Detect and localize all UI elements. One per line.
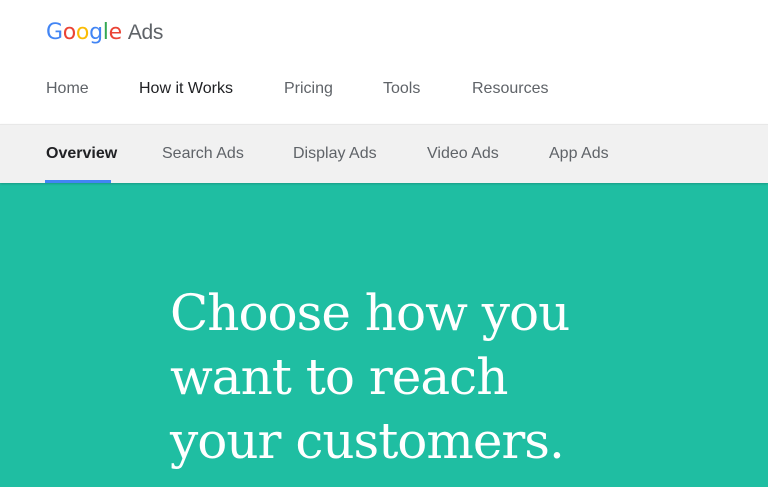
hero-headline: Choose how you want to reach your custom… bbox=[170, 281, 570, 473]
top-header: Google Ads Home How it Works Pricing Too… bbox=[0, 0, 768, 124]
secondary-nav: Overview Search Ads Display Ads Video Ad… bbox=[0, 124, 768, 183]
tab-overview[interactable]: Overview bbox=[46, 145, 117, 163]
nav-item-home[interactable]: Home bbox=[46, 80, 89, 98]
google-ads-logo[interactable]: Google Ads bbox=[46, 20, 163, 50]
logo-letter-g: G bbox=[46, 20, 63, 45]
nav-item-tools[interactable]: Tools bbox=[383, 80, 420, 98]
hero-headline-line: your customers. bbox=[170, 412, 565, 470]
nav-item-how-it-works[interactable]: How it Works bbox=[139, 80, 233, 98]
tab-search-ads[interactable]: Search Ads bbox=[162, 145, 244, 163]
active-tab-indicator bbox=[45, 180, 111, 183]
tab-app-ads[interactable]: App Ads bbox=[549, 145, 609, 163]
tab-video-ads[interactable]: Video Ads bbox=[427, 145, 499, 163]
nav-item-pricing[interactable]: Pricing bbox=[284, 80, 333, 98]
logo-letter-o2: o bbox=[75, 20, 90, 45]
nav-item-resources[interactable]: Resources bbox=[472, 80, 548, 98]
logo-letter-o1: o bbox=[62, 20, 76, 45]
primary-nav: Home How it Works Pricing Tools Resource… bbox=[0, 80, 768, 104]
hero-headline-line: want to reach bbox=[170, 348, 508, 406]
hero-headline-line: Choose how you bbox=[170, 284, 570, 342]
logo-letter-e: e bbox=[108, 20, 123, 45]
tab-display-ads[interactable]: Display Ads bbox=[293, 145, 377, 163]
google-wordmark: Google bbox=[46, 20, 122, 45]
product-name: Ads bbox=[127, 21, 164, 44]
hero-banner: Choose how you want to reach your custom… bbox=[0, 183, 768, 487]
logo-letter-g2: g bbox=[89, 20, 103, 45]
